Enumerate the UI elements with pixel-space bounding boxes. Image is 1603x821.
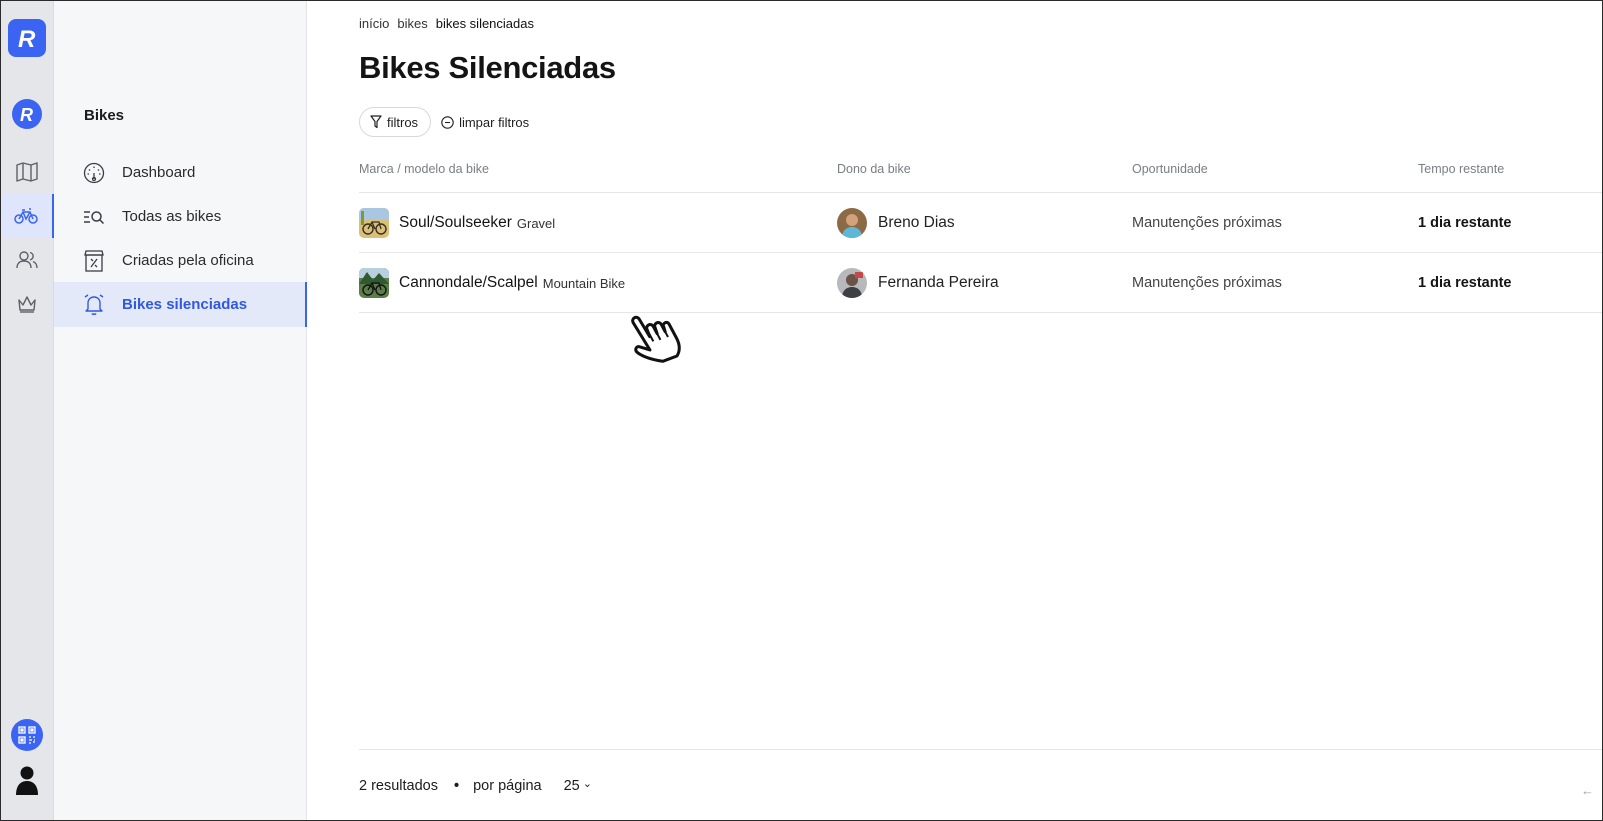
- owner-name: Fernanda Pereira: [878, 274, 999, 291]
- separator-dot: •: [454, 778, 460, 794]
- chevron-down-icon: ⌄: [582, 777, 592, 790]
- sidebar-item-criadas-pela-oficina[interactable]: Criadas pela oficina: [54, 238, 307, 283]
- owner-cell: Breno Dias: [837, 193, 955, 253]
- rail-users[interactable]: [0, 238, 54, 282]
- rail-premium[interactable]: [0, 282, 54, 326]
- owner-avatar: [837, 208, 867, 238]
- qr-code-button[interactable]: [11, 719, 43, 751]
- per-page-select[interactable]: 25 ⌄: [563, 777, 592, 795]
- gauge-icon: [82, 161, 106, 185]
- qr-code-icon: [18, 726, 36, 744]
- filters-button-label: filtros: [387, 114, 419, 130]
- sidebar-item-bikes-silenciadas[interactable]: Bikes silenciadas: [54, 282, 307, 327]
- breadcrumb-home[interactable]: início: [359, 16, 389, 31]
- bell-muted-icon: [82, 293, 106, 317]
- breadcrumb-current: bikes silenciadas: [435, 16, 534, 31]
- filters-button[interactable]: filtros: [359, 107, 432, 137]
- pagination-footer: 2 resultados • por página 25 ⌄: [359, 749, 1603, 821]
- time-left-cell: 1 dia restante: [1418, 275, 1512, 291]
- results-count: 2 resultados: [359, 778, 438, 794]
- rail-map[interactable]: [0, 150, 54, 194]
- time-left-cell: 1 dia restante: [1418, 215, 1512, 231]
- user-silhouette-icon: [16, 766, 38, 795]
- bike-thumbnail: [359, 208, 389, 238]
- sidebar-item-label: Dashboard: [122, 164, 196, 181]
- icon-rail: R R: [0, 0, 54, 821]
- opportunity-cell: Manutenções próximas: [1132, 215, 1282, 231]
- page-title: Bikes Silenciadas: [359, 50, 616, 85]
- logo-r-icon: R: [18, 26, 36, 51]
- column-header-owner[interactable]: Dono da bike: [837, 162, 911, 176]
- rail-bikes[interactable]: [0, 194, 54, 238]
- owner-name: Breno Dias: [878, 214, 955, 231]
- minus-circle-icon: [441, 115, 454, 129]
- clear-filters-button[interactable]: limpar filtros: [441, 107, 529, 137]
- column-header-opportunity[interactable]: Oportunidade: [1132, 162, 1208, 176]
- column-header-bike[interactable]: Marca / modelo da bike: [359, 162, 489, 176]
- logo-r-icon: R: [20, 105, 33, 124]
- app-logo[interactable]: R: [8, 19, 46, 57]
- bike-model: Soul/Soulseeker: [399, 214, 512, 231]
- sidebar-item-label: Criadas pela oficina: [122, 252, 254, 269]
- table-row[interactable]: Cannondale/Scalpel Mountain Bike Fernand…: [359, 253, 1603, 313]
- crown-icon: [18, 296, 36, 313]
- filter-bar: filtros limpar filtros: [359, 107, 529, 137]
- table-row[interactable]: Soul/Soulseeker Gravel Breno Dias Manute…: [359, 193, 1603, 253]
- previous-page-arrow-icon[interactable]: ←: [1581, 783, 1594, 798]
- user-profile-button[interactable]: [11, 763, 43, 797]
- svg-text:R: R: [20, 105, 33, 124]
- main-content: início bikes bikes silenciadas Bikes Sil…: [307, 0, 1603, 821]
- owner-cell: Fernanda Pereira: [837, 253, 999, 313]
- owner-avatar: [837, 268, 867, 298]
- sidebar-item-label: Bikes silenciadas: [122, 296, 248, 313]
- breadcrumb: início bikes bikes silenciadas: [359, 16, 534, 31]
- sidebar-item-dashboard[interactable]: Dashboard: [54, 150, 307, 195]
- bike-cell: Soul/Soulseeker Gravel: [359, 193, 555, 253]
- bike-model: Cannondale/Scalpel: [399, 274, 538, 291]
- per-page-label: por página: [473, 778, 542, 794]
- svg-text:R: R: [18, 26, 36, 51]
- sidebar-item-todas-as-bikes[interactable]: Todas as bikes: [54, 194, 307, 239]
- bike-icon: [14, 208, 38, 224]
- table-header: Marca / modelo da bike Dono da bike Opor…: [359, 153, 1603, 193]
- bike-type: Mountain Bike: [542, 275, 626, 291]
- opportunity-cell: Manutenções próximas: [1132, 275, 1282, 291]
- breadcrumb-bikes[interactable]: bikes: [397, 16, 427, 31]
- map-icon: [16, 162, 38, 182]
- clear-filters-label: limpar filtros: [459, 114, 530, 130]
- users-icon: [16, 251, 38, 269]
- bike-cell: Cannondale/Scalpel Mountain Bike: [359, 253, 625, 313]
- bike-thumbnail: [359, 268, 389, 298]
- sidebar-item-label: Todas as bikes: [122, 208, 222, 225]
- secondary-sidebar: Bikes Dashboard Todas as bikes Criadas p…: [54, 0, 307, 821]
- column-header-time-left[interactable]: Tempo restante: [1418, 162, 1504, 176]
- shop-icon: [82, 249, 106, 273]
- bikes-table: Marca / modelo da bike Dono da bike Opor…: [359, 153, 1603, 313]
- list-search-icon: [82, 205, 106, 229]
- per-page-value: 25: [563, 778, 580, 794]
- workspace-avatar[interactable]: R: [12, 99, 42, 129]
- sidebar-title: Bikes: [84, 107, 125, 124]
- bike-type: Gravel: [516, 215, 556, 231]
- funnel-icon: [370, 115, 382, 129]
